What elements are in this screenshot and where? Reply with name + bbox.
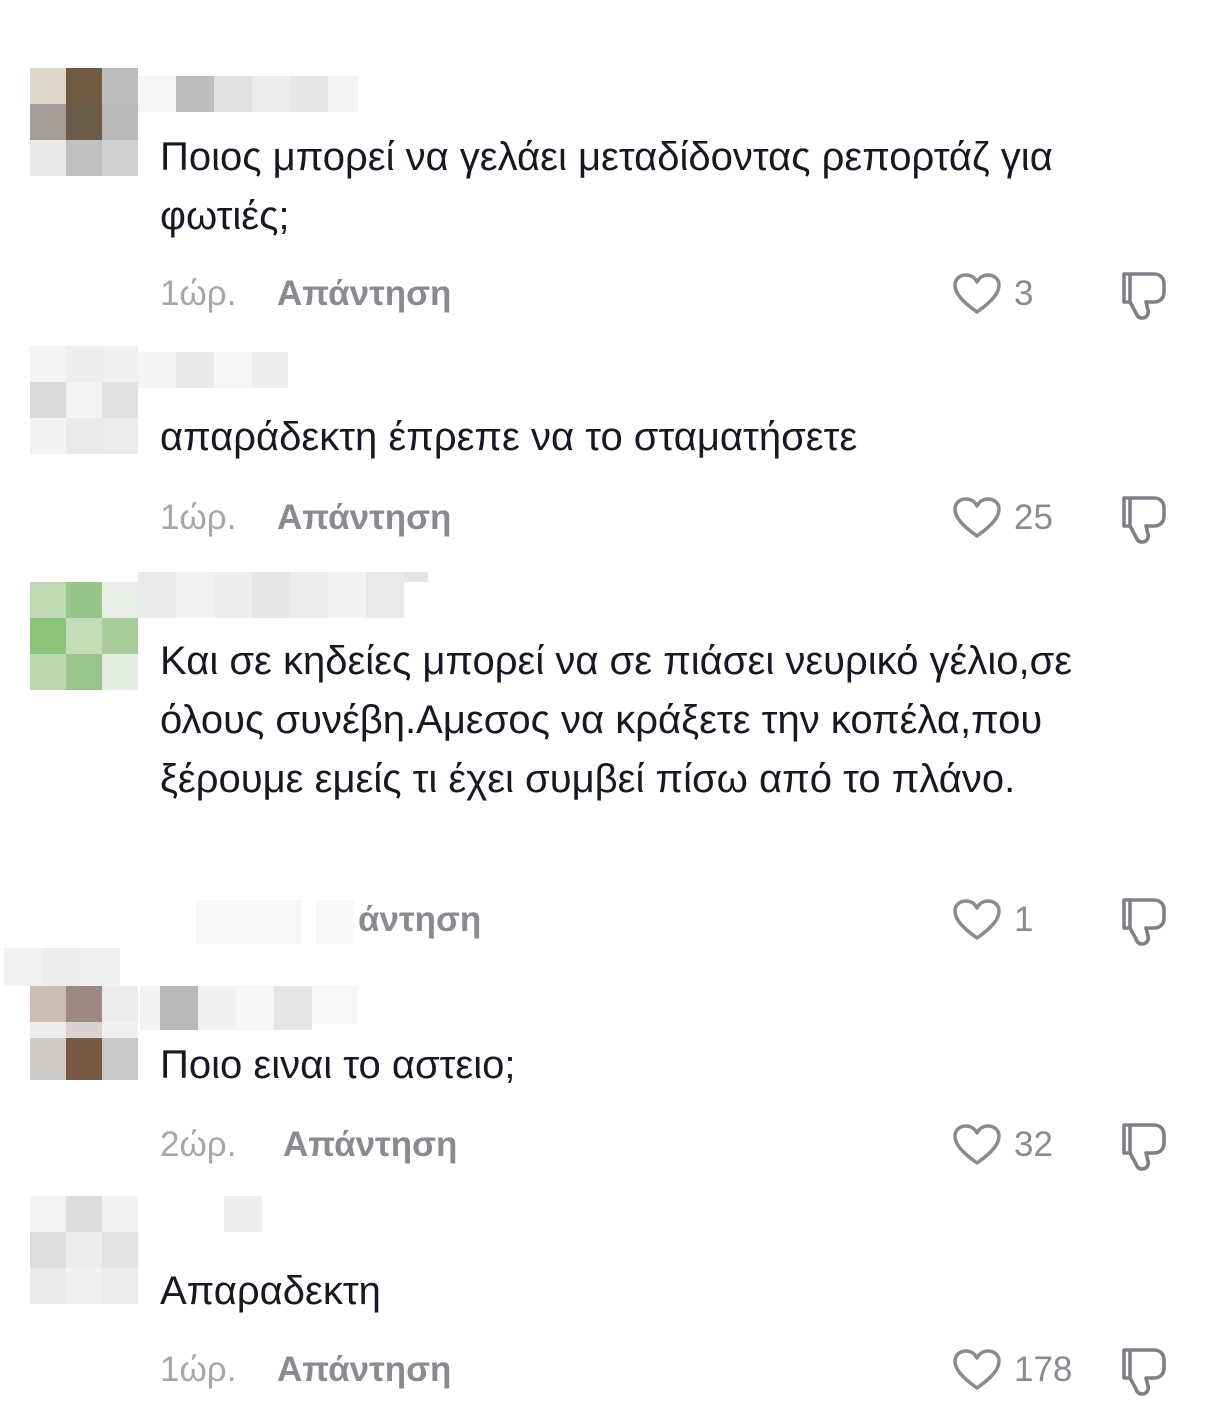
comment-time: 1ώρ.: [160, 498, 237, 537]
username-blurred[interactable]: [140, 986, 358, 1030]
username-blurred[interactable]: [138, 572, 428, 618]
avatar[interactable]: [30, 68, 138, 176]
username-blurred[interactable]: [4, 948, 120, 986]
dislike-button[interactable]: [1118, 494, 1174, 546]
comment-text: Ποιο ειναι το αστειο;: [160, 1043, 516, 1087]
heart-outline-icon: [953, 899, 1001, 940]
comment-text: Ποιος μπορεί να γελάει μεταδίδοντας ρεπο…: [160, 135, 1053, 238]
comment-time: 1ώρ.: [160, 274, 237, 313]
comment-text: απαράδεκτη έπρεπε να το σταματήσετε: [160, 415, 858, 459]
comment-time: 1ώρ.: [160, 1350, 237, 1389]
comment-actions: 1ώρ. Απάντηση 178: [0, 1346, 1216, 1396]
heart-outline-icon: [953, 497, 1001, 538]
comment-time: 2ώρ.: [160, 1125, 237, 1164]
reply-button[interactable]: Απάντηση: [277, 498, 451, 538]
dislike-button[interactable]: [1118, 1346, 1174, 1398]
blur-overlay: [196, 900, 302, 944]
like-count: 32: [1014, 1125, 1053, 1164]
reply-button[interactable]: Απάντηση: [283, 1125, 457, 1165]
thumbs-down-icon: [1122, 1348, 1166, 1396]
avatar[interactable]: [30, 582, 138, 690]
blur-overlay: [316, 900, 354, 944]
like-count: 1: [1014, 900, 1034, 939]
comment-text: Απαραδεκτη: [160, 1269, 381, 1313]
dislike-button[interactable]: [1118, 896, 1174, 948]
heart-outline-icon: [953, 1349, 1001, 1390]
avatar[interactable]: [30, 1196, 138, 1304]
thumbs-down-icon: [1122, 496, 1166, 544]
like-count: 25: [1014, 498, 1053, 537]
dislike-button[interactable]: [1118, 1121, 1174, 1173]
username-blurred[interactable]: [138, 76, 358, 112]
reply-button[interactable]: Απάντηση: [277, 274, 451, 314]
username-blurred[interactable]: [224, 1196, 262, 1232]
thumbs-down-icon: [1122, 272, 1166, 320]
heart-outline-icon: [953, 1124, 1001, 1165]
comment-actions: 2ώρ. Απάντηση 32: [0, 1121, 1216, 1171]
avatar[interactable]: [30, 346, 138, 454]
heart-outline-icon: [953, 273, 1001, 314]
thumbs-down-icon: [1122, 898, 1166, 946]
avatar[interactable]: [30, 986, 138, 1080]
like-count: 178: [1014, 1350, 1073, 1389]
thumbs-down-icon: [1122, 1123, 1166, 1171]
reply-button[interactable]: άντηση: [358, 900, 481, 940]
username-blurred[interactable]: [138, 352, 288, 388]
reply-button[interactable]: Απάντηση: [277, 1350, 451, 1390]
like-count: 3: [1014, 274, 1034, 313]
comment-actions: 1ώρ. Απάντηση 25: [0, 494, 1216, 544]
comment-actions: 1ώρ. Απάντηση 3: [0, 270, 1216, 320]
comment-text: Και σε κηδείες μπορεί να σε πιάσει νευρι…: [160, 639, 1073, 801]
comment-actions: άντηση 1: [0, 896, 1216, 946]
dislike-button[interactable]: [1118, 270, 1174, 322]
